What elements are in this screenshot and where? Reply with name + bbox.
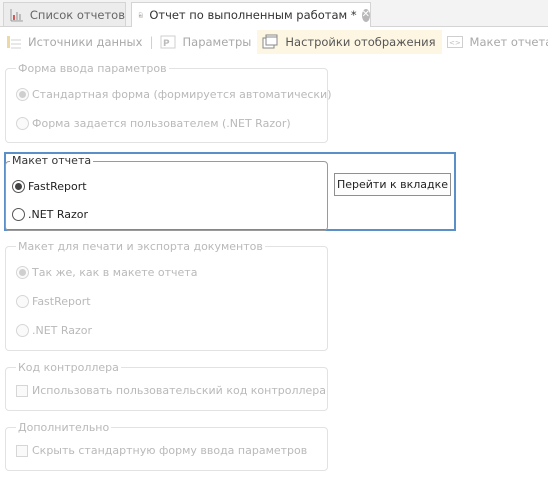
checkbox[interactable] [16, 444, 28, 457]
code-icon: <> [446, 36, 463, 48]
radio-print-fastreport[interactable]: FastReport [16, 295, 91, 308]
tab-reports-list[interactable]: Список отчетов [3, 2, 126, 26]
group-title: Код контроллера [16, 361, 121, 374]
radio-button[interactable] [16, 117, 29, 130]
controller-code-group: Код контроллера Использовать пользовател… [5, 361, 328, 411]
goto-tab-button[interactable]: Перейти к вкладке [334, 173, 451, 196]
option-label: Использовать пользовательский код контро… [32, 384, 327, 397]
toolbar-data-sources[interactable]: Источники данных [0, 30, 148, 54]
radio-fastreport[interactable]: FastReport [12, 180, 87, 193]
toolbar-divider: | [149, 35, 154, 49]
radio-button[interactable] [16, 295, 29, 308]
option-label: .NET Razor [32, 324, 93, 337]
svg-text:<>: <> [449, 39, 461, 47]
toolbar-label: Источники данных [28, 35, 143, 49]
report-layout-group: Макет отчета FastReport .NET Razor [5, 154, 328, 231]
additional-group: Дополнительно Скрыть стандартную форму в… [5, 421, 328, 471]
group-title: Дополнительно [16, 421, 112, 434]
close-icon[interactable]: ✕ [361, 8, 370, 22]
database-icon [7, 36, 21, 49]
toolbar-parameters[interactable]: P Параметры [155, 30, 258, 54]
checkbox-hide-standard-form[interactable]: Скрыть стандартную форму ввода параметро… [16, 444, 307, 457]
toolbar-display-settings[interactable]: Настройки отображения [257, 30, 442, 54]
option-label: FastReport [32, 295, 91, 308]
checkbox[interactable] [16, 384, 28, 397]
option-label: Так же, как в макете отчета [32, 266, 198, 279]
toolbar-report-layout[interactable]: <> Макет отчета [442, 30, 548, 54]
toolbar-label: Настройки отображения [285, 35, 436, 49]
radio-standard-form[interactable]: Стандартная форма (формируется автоматич… [16, 88, 332, 101]
option-label: Стандартная форма (формируется автоматич… [32, 88, 332, 101]
tab-report-completed-work[interactable]: Отчет по выполненным работам * ✕ [131, 2, 371, 27]
radio-button[interactable] [16, 88, 29, 101]
radio-button[interactable] [12, 180, 25, 193]
document-icon [138, 12, 143, 18]
checkbox-custom-controller[interactable]: Использовать пользовательский код контро… [16, 384, 326, 397]
toolbar: Источники данных | P Параметры Настройки… [0, 27, 548, 57]
group-title: Макет для печати и экспорта документов [16, 240, 265, 253]
chart-icon [10, 8, 23, 21]
svg-text:P: P [163, 39, 170, 49]
toolbar-label: Макет отчета [469, 35, 548, 49]
window-icon [262, 34, 278, 49]
group-title: Макет отчета [10, 154, 94, 167]
radio-net-razor[interactable]: .NET Razor [12, 208, 88, 221]
toolbar-label: Параметры [182, 35, 252, 49]
tab-bar: Список отчетов Отчет по выполненным рабо… [0, 0, 548, 27]
radio-button[interactable] [12, 208, 25, 221]
radio-same-as-report[interactable]: Так же, как в макете отчета [16, 266, 197, 279]
tab-label: Список отчетов [29, 7, 125, 22]
radio-user-form[interactable]: Форма задается пользователем (.NET Razor… [16, 117, 291, 130]
input-form-group: Форма ввода параметров Стандартная форма… [5, 62, 332, 143]
tab-label: Отчет по выполненным работам * [149, 8, 357, 22]
option-label: .NET Razor [28, 208, 89, 221]
option-label: FastReport [28, 180, 87, 193]
radio-button[interactable] [16, 324, 29, 337]
print-layout-group: Макет для печати и экспорта документов Т… [5, 240, 328, 351]
option-label: Форма задается пользователем (.NET Razor… [32, 117, 291, 130]
radio-print-net-razor[interactable]: .NET Razor [16, 324, 92, 337]
group-title: Форма ввода параметров [16, 62, 169, 75]
radio-button[interactable] [16, 266, 29, 279]
parameters-icon: P [160, 35, 175, 49]
option-label: Скрыть стандартную форму ввода параметро… [32, 444, 308, 457]
